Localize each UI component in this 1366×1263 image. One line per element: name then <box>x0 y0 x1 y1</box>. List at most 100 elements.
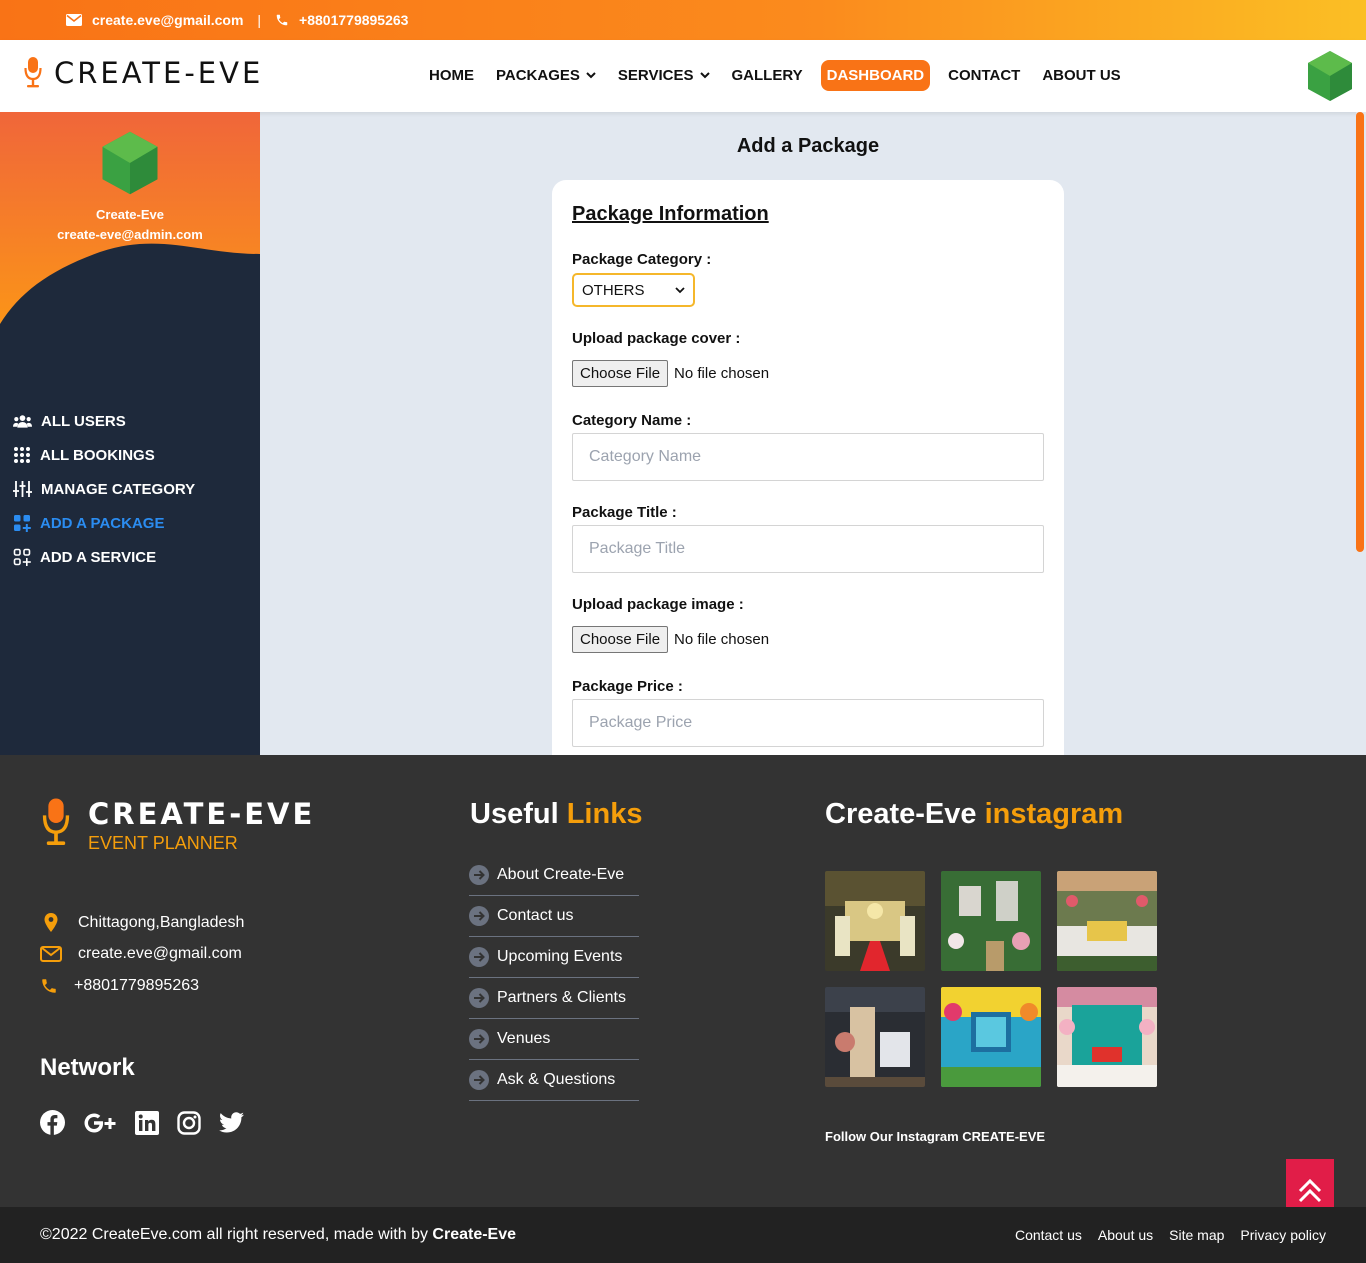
microphone-icon <box>24 57 42 88</box>
sidebar-item-add-package[interactable]: ADD A PACKAGE <box>13 506 195 540</box>
chevron-down-icon <box>675 286 685 293</box>
bottom-link-privacy[interactable]: Privacy policy <box>1240 1227 1326 1243</box>
package-price-field[interactable] <box>572 699 1044 747</box>
instagram-photo[interactable] <box>941 987 1041 1087</box>
choose-file-button[interactable]: Choose File <box>572 360 669 387</box>
bottom-link-about[interactable]: About us <box>1098 1227 1153 1243</box>
user-avatar[interactable] <box>1306 50 1354 107</box>
instagram-photo[interactable] <box>941 871 1041 971</box>
copyright-brand[interactable]: Create-Eve <box>432 1226 516 1243</box>
nav-contact-label: CONTACT <box>948 67 1021 84</box>
image-upload-label: Upload package image : <box>572 596 744 613</box>
package-price-input[interactable] <box>573 700 1043 746</box>
nav-about[interactable]: ABOUT US <box>1032 61 1130 90</box>
footer-address-text: Chittagong,Bangladesh <box>78 914 245 931</box>
nav-gallery-label: GALLERY <box>731 67 803 84</box>
brand-logo[interactable]: CREATE-EVE <box>24 56 263 90</box>
nav-packages-label: PACKAGES <box>496 67 580 84</box>
package-price-label: Package Price : <box>572 678 683 695</box>
nav-packages[interactable]: PACKAGES <box>486 61 606 90</box>
sidebar-item-all-users[interactable]: ALL USERS <box>13 404 195 438</box>
instagram-heading-a: Create-Eve <box>825 798 977 830</box>
google-plus-icon[interactable] <box>83 1112 117 1134</box>
nav-menu: HOME PACKAGES SERVICES GALLERY DASHBOARD… <box>419 60 1133 91</box>
useful-links-heading: Useful Links <box>470 798 642 831</box>
nav-dashboard[interactable]: DASHBOARD <box>820 60 931 91</box>
package-title-label: Package Title : <box>572 504 677 521</box>
scrollbar-thumb[interactable] <box>1356 112 1364 552</box>
top-separator: | <box>257 12 262 28</box>
footer-link-upcoming[interactable]: Upcoming Events <box>469 937 639 978</box>
package-form-card: Package Information Package Category : O… <box>552 180 1064 755</box>
footer-brand-name: CREATE-EVE <box>88 797 316 831</box>
social-icons <box>40 1110 244 1135</box>
bottom-link-contact[interactable]: Contact us <box>1015 1227 1082 1243</box>
grid-dots-icon <box>14 447 30 463</box>
sidebar-user-name: Create-Eve <box>96 207 164 222</box>
instagram-photo[interactable] <box>1057 987 1157 1087</box>
bottom-link-sitemap[interactable]: Site map <box>1169 1227 1224 1243</box>
instagram-follow-text[interactable]: Follow Our Instagram CREATE-EVE <box>825 1129 1045 1144</box>
hall-decor-image <box>825 987 925 1087</box>
footer-phone-text[interactable]: +8801779895263 <box>74 977 199 995</box>
instagram-photo[interactable] <box>825 987 925 1087</box>
choose-file-button[interactable]: Choose File <box>572 626 669 653</box>
sidebar-item-manage-category[interactable]: MANAGE CATEGORY <box>13 472 195 506</box>
top-email[interactable]: create.eve@gmail.com <box>92 12 243 28</box>
chevron-down-icon <box>586 72 596 79</box>
nav-dashboard-label: DASHBOARD <box>826 67 925 84</box>
category-name-input[interactable] <box>573 434 1043 480</box>
nav-services[interactable]: SERVICES <box>608 61 720 90</box>
phone-icon <box>276 14 288 26</box>
sidebar-item-label: MANAGE CATEGORY <box>41 480 196 498</box>
arrow-circle-icon <box>469 1070 489 1090</box>
category-name-label: Category Name : <box>572 412 692 429</box>
footer-bottom-bar: ©2022 CreateEve.com all right reserved, … <box>0 1207 1366 1263</box>
microphone-icon <box>42 798 70 846</box>
package-title-input[interactable] <box>573 526 1043 572</box>
cover-upload-label: Upload package cover : <box>572 330 741 347</box>
nav-services-label: SERVICES <box>617 67 694 84</box>
arrow-circle-icon <box>469 1029 489 1049</box>
copyright: ©2022 CreateEve.com all right reserved, … <box>40 1226 516 1244</box>
chevron-down-icon <box>699 72 710 79</box>
add-grid-outline-icon <box>13 548 31 566</box>
top-phone[interactable]: +8801779895263 <box>299 12 408 28</box>
instagram-icon[interactable] <box>177 1110 201 1135</box>
arrow-circle-icon <box>469 865 489 885</box>
package-title-field[interactable] <box>572 525 1044 573</box>
facebook-icon[interactable] <box>40 1110 65 1135</box>
nav-about-label: ABOUT US <box>1042 67 1121 84</box>
sidebar-item-all-bookings[interactable]: ALL BOOKINGS <box>13 438 195 472</box>
nav-home[interactable]: HOME <box>419 61 484 90</box>
instagram-photo[interactable] <box>825 871 925 971</box>
footer-link-questions[interactable]: Ask & Questions <box>469 1060 639 1101</box>
footer-logo[interactable]: CREATE-EVE EVENT PLANNER <box>42 797 315 854</box>
footer-email-text[interactable]: create.eve@gmail.com <box>78 945 242 963</box>
sidebar-item-label: ADD A PACKAGE <box>40 514 165 532</box>
linkedin-icon[interactable] <box>135 1110 159 1135</box>
teal-stage-image <box>1057 987 1157 1087</box>
hexagon-avatar-icon <box>1308 51 1352 101</box>
twitter-icon[interactable] <box>219 1112 244 1133</box>
instagram-photo[interactable] <box>1057 871 1157 971</box>
useful-links-list: About Create-Eve Contact us Upcoming Eve… <box>469 855 639 1101</box>
file-status: No file chosen <box>674 631 770 648</box>
footer-link-about[interactable]: About Create-Eve <box>469 855 639 896</box>
package-category-select[interactable]: OTHERS <box>572 273 695 307</box>
brand-name: CREATE-EVE <box>54 56 264 90</box>
nav-gallery[interactable]: GALLERY <box>722 61 813 90</box>
footer-link-partners[interactable]: Partners & Clients <box>469 978 639 1019</box>
footer-address: Chittagong,Bangladesh <box>40 913 244 933</box>
floral-stage-image <box>1057 871 1157 971</box>
page-title: Add a Package <box>736 135 880 157</box>
footer-link-venues[interactable]: Venues <box>469 1019 639 1060</box>
footer-link-contact[interactable]: Contact us <box>469 896 639 937</box>
section-heading: Package Information <box>572 203 769 225</box>
sidebar-item-add-service[interactable]: ADD A SERVICE <box>13 540 195 574</box>
category-name-field[interactable] <box>572 433 1044 481</box>
category-label: Package Category : <box>572 251 712 268</box>
nav-contact[interactable]: CONTACT <box>938 61 1030 90</box>
sidebar-user-email: create-eve@admin.com <box>57 227 203 242</box>
arrow-circle-icon <box>469 947 489 967</box>
